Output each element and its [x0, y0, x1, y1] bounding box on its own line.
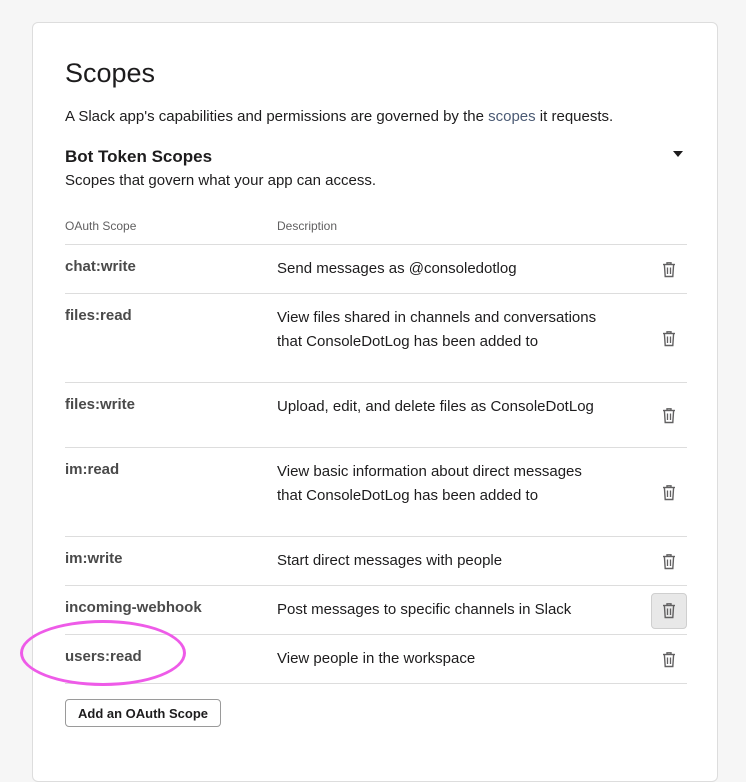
trash-icon-svg: [663, 485, 675, 501]
delete-scope-button[interactable]: [651, 544, 687, 580]
table-row: files:write Upload, edit, and delete file…: [65, 383, 687, 448]
add-oauth-scope-button[interactable]: Add an OAuth Scope: [65, 699, 221, 727]
scope-description: View files shared in channels and conver…: [277, 309, 597, 350]
scope-description: View basic information about direct mess…: [277, 463, 582, 504]
delete-scope-button[interactable]: [651, 252, 687, 288]
trash-icon: [662, 407, 676, 424]
intro-prefix: A Slack app's capabilities and permissio…: [65, 108, 489, 125]
bot-token-scopes-title: Bot Token Scopes: [65, 147, 213, 166]
scope-name: im:write: [65, 550, 123, 567]
trash-icon: [662, 651, 676, 668]
trash-icon-svg: [663, 652, 675, 668]
scope-name: incoming-webhook: [65, 599, 202, 616]
trash-icon-svg: [663, 331, 675, 347]
page-title: Scopes: [65, 58, 156, 88]
caret-down-icon[interactable]: [673, 151, 683, 157]
scope-name: im:read: [65, 461, 120, 478]
scopes-link[interactable]: scopes: [488, 108, 536, 125]
table-row: im:read View basic information about dire…: [65, 448, 687, 537]
scope-name: chat:write: [65, 258, 136, 275]
trash-icon-svg: [663, 408, 675, 424]
bot-token-scopes-description: Scopes that govern what your app can acc…: [65, 172, 377, 189]
scope-description: Send messages as @consoledotlog: [277, 260, 517, 277]
trash-icon: [662, 484, 676, 501]
scope-name: users:read: [65, 648, 142, 665]
scope-description: View people in the workspace: [277, 650, 476, 667]
trash-icon-svg: [663, 262, 675, 278]
scopes-card: Scopes A Slack app's capabilities and pe…: [32, 22, 718, 782]
scope-description: Post messages to specific channels in Sl…: [277, 601, 572, 618]
trash-icon: [662, 553, 676, 570]
trash-icon: [662, 602, 676, 619]
table-row: users:read View people in the workspace: [65, 635, 687, 684]
delete-scope-button[interactable]: [651, 321, 687, 357]
scope-name: files:read: [65, 307, 132, 324]
scope-description: Upload, edit, and delete files as Consol…: [277, 398, 594, 415]
scope-name: files:write: [65, 396, 136, 413]
scope-description: Start direct messages with people: [277, 552, 503, 569]
column-description: Description: [277, 219, 338, 233]
table-row: chat:write Send messages as @consoledotlo…: [65, 245, 687, 294]
delete-scope-button[interactable]: [651, 642, 687, 678]
trash-icon: [662, 261, 676, 278]
table-row: im:write Start direct messages with peopl…: [65, 537, 687, 586]
delete-scope-button[interactable]: [651, 475, 687, 511]
trash-icon-svg: [663, 554, 675, 570]
delete-scope-button[interactable]: [651, 398, 687, 434]
intro-suffix: it requests.: [535, 108, 614, 125]
table-row: files:read View files shared in channels …: [65, 294, 687, 383]
scopes-intro: A Slack app's capabilities and permissio…: [65, 107, 613, 127]
trash-icon-svg: [663, 603, 675, 619]
delete-scope-button[interactable]: [651, 592, 687, 629]
table-header: OAuth Scope Description: [65, 211, 687, 245]
table-row: incoming-webhook Post messages to specifi…: [65, 586, 687, 635]
column-oauth-scope: OAuth Scope: [65, 219, 137, 233]
scopes-table: OAuth Scope Description chat:write Send m…: [65, 211, 687, 684]
trash-icon: [662, 330, 676, 347]
